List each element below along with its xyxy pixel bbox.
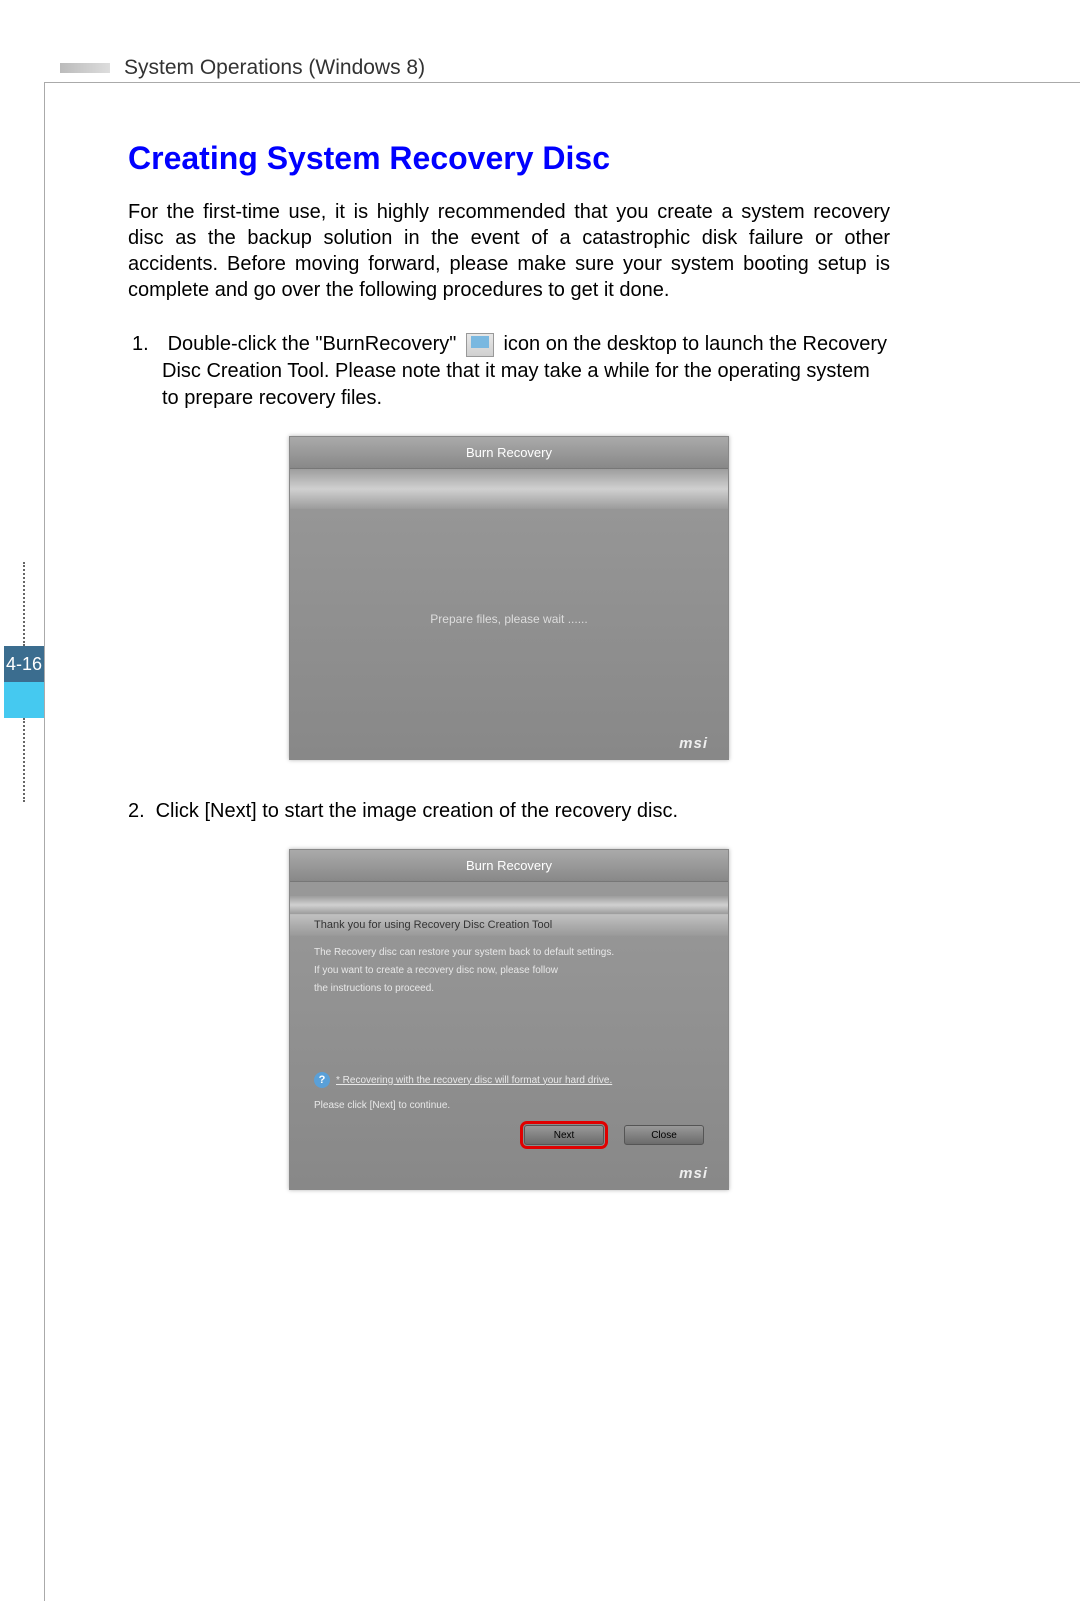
question-icon: ?: [314, 1072, 330, 1088]
header-accent-bar: [60, 63, 110, 73]
screenshot2-subtitle: Thank you for using Recovery Disc Creati…: [290, 914, 728, 936]
step-1-number: 1.: [132, 331, 162, 358]
screenshot2-shine: [290, 896, 728, 914]
step-1-text-a: Double-click the "BurnRecovery": [168, 333, 457, 355]
screenshot2-title: Burn Recovery: [290, 850, 728, 882]
dotted-line-top: [23, 562, 25, 646]
burnrecovery-icon: [466, 333, 494, 357]
screenshot1-shine: [290, 469, 728, 509]
next-button[interactable]: Next: [524, 1125, 604, 1145]
screenshot-burn-recovery-loading: Burn Recovery Prepare files, please wait…: [289, 436, 729, 760]
screenshot2-line3: the instructions to proceed.: [314, 980, 704, 998]
step-2-text: Click [Next] to start the image creation…: [156, 800, 678, 822]
screenshot2-line2: If you want to create a recovery disc no…: [314, 962, 704, 980]
close-button[interactable]: Close: [624, 1125, 704, 1145]
dotted-line-bottom: [23, 718, 25, 802]
screenshot2-continue-text: Please click [Next] to continue.: [290, 1094, 728, 1121]
screenshot2-line1: The Recovery disc can restore your syste…: [314, 944, 704, 962]
screenshot2-brand: msi: [290, 1159, 728, 1189]
step-1: 1. Double-click the "BurnRecovery" icon …: [128, 331, 890, 412]
screenshot-burn-recovery-welcome: Burn Recovery Thank you for using Recove…: [289, 849, 729, 1190]
page-number: 4-16: [4, 646, 44, 682]
page-tab-accent: [4, 682, 44, 718]
step-2-number: 2.: [128, 798, 150, 825]
screenshot2-note: * Recovering with the recovery disc will…: [336, 1075, 612, 1086]
page-number-tab-group: 4-16: [4, 562, 44, 802]
screenshot1-title: Burn Recovery: [290, 437, 728, 469]
intro-paragraph: For the first-time use, it is highly rec…: [128, 199, 890, 303]
screenshot1-brand: msi: [290, 729, 728, 759]
screenshot1-message: Prepare files, please wait ......: [430, 612, 587, 626]
page-title: Creating System Recovery Disc: [128, 140, 890, 177]
header-section-title: System Operations (Windows 8): [124, 56, 425, 80]
step-2: 2. Click [Next] to start the image creat…: [128, 798, 890, 825]
